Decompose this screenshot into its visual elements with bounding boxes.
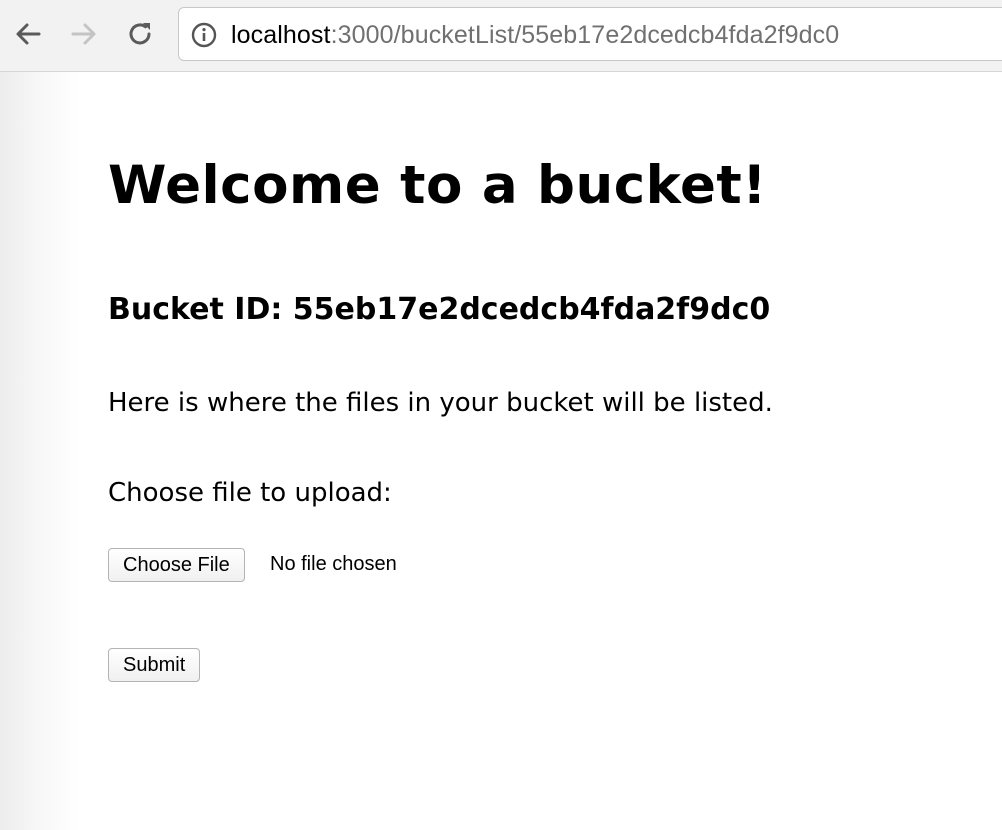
arrow-left-icon	[16, 23, 41, 45]
url-path: :3000/bucketList/55eb17e2dcedcb4fda2f9dc…	[330, 21, 840, 49]
submit-button[interactable]: Submit	[108, 648, 201, 682]
address-bar[interactable]: localhost:3000/bucketList/55eb17e2dcedcb…	[178, 7, 1002, 61]
forward-button[interactable]	[64, 14, 104, 54]
choose-file-button[interactable]: Choose File	[108, 548, 245, 582]
reload-button[interactable]	[120, 14, 160, 54]
left-shadow	[0, 72, 80, 830]
bucket-description: Here is where the files in your bucket w…	[108, 388, 773, 418]
info-icon[interactable]	[191, 22, 217, 48]
arrow-right-icon	[71, 23, 96, 45]
upload-label: Choose file to upload:	[108, 478, 392, 508]
reload-icon	[129, 23, 151, 45]
url-host: localhost	[231, 21, 331, 49]
back-button[interactable]	[8, 14, 48, 54]
url-text[interactable]: localhost:3000/bucketList/55eb17e2dcedcb…	[231, 21, 839, 50]
no-file-chosen-text: No file chosen	[270, 553, 397, 575]
bucket-id-heading: Bucket ID: 55eb17e2dcedcb4fda2f9dc0	[108, 292, 771, 327]
page-title: Welcome to a bucket!	[108, 155, 767, 216]
browser-toolbar: localhost:3000/bucketList/55eb17e2dcedcb…	[0, 0, 1002, 72]
